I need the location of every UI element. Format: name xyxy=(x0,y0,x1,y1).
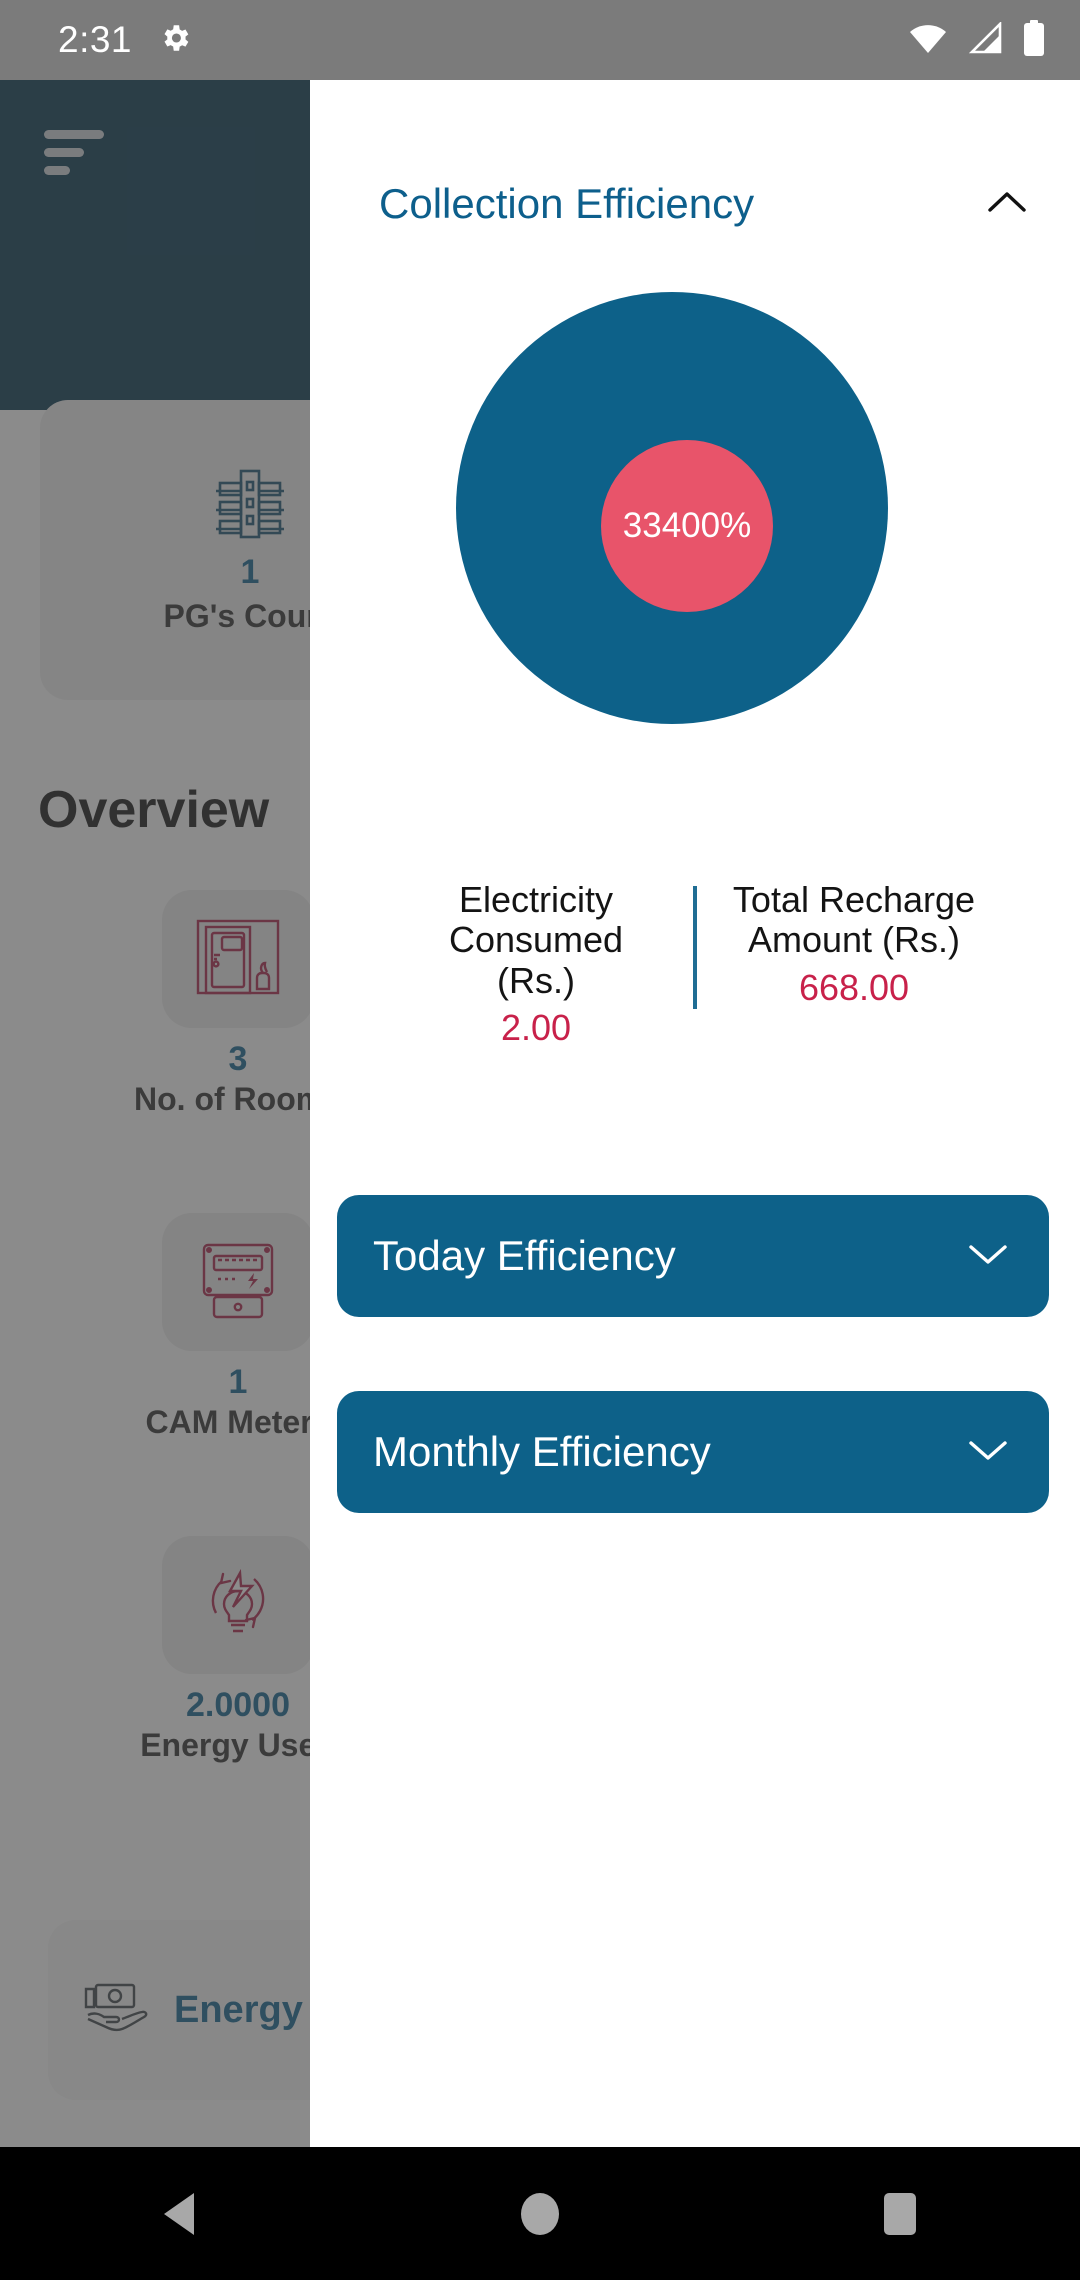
kpi-total-recharge: Total Recharge Amount (Rs.) 668.00 xyxy=(709,879,999,1049)
monthly-efficiency-label: Monthly Efficiency xyxy=(373,1428,711,1475)
kpi-electricity-consumed: Electricity Consumed (Rs.) 2.00 xyxy=(391,879,681,1049)
clock: 2:31 xyxy=(58,19,133,60)
kpi-value: 668.00 xyxy=(798,966,910,1008)
kpi-label: Electricity Consumed (Rs.) xyxy=(448,879,624,1001)
cellular-signal-icon xyxy=(966,20,1004,59)
status-bar-left: 2:31 xyxy=(58,19,192,61)
kpi-value: 2.00 xyxy=(500,1006,572,1048)
chevron-up-icon[interactable] xyxy=(986,189,1028,220)
wifi-icon xyxy=(908,22,948,59)
chevron-down-icon[interactable] xyxy=(967,1241,1009,1272)
gear-icon xyxy=(158,21,192,60)
kpi-row: Electricity Consumed (Rs.) 2.00 Total Re… xyxy=(310,879,1080,1049)
back-triangle-icon[interactable] xyxy=(90,2191,270,2237)
status-bar: 2:31 xyxy=(0,0,1080,80)
sheet-header: Collection Efficiency xyxy=(310,180,1080,228)
phone-screen: 1 PG's Count Overview 3 No. of Rooms xyxy=(0,0,1080,2280)
home-circle-icon[interactable] xyxy=(450,2191,630,2237)
status-bar-right xyxy=(908,19,1046,61)
collection-efficiency-sheet: Collection Efficiency 33400% Electricity… xyxy=(310,80,1080,2147)
recents-square-icon[interactable] xyxy=(810,2191,990,2237)
kpi-label: Total Recharge Amount (Rs.) xyxy=(732,879,976,961)
pie-center-label: 33400% xyxy=(622,506,752,545)
today-efficiency-label: Today Efficiency xyxy=(373,1232,676,1279)
kpi-divider xyxy=(693,886,697,1009)
efficiency-pie-chart: 33400% xyxy=(310,292,1080,724)
chevron-down-icon[interactable] xyxy=(967,1437,1009,1468)
page-title: Collection Efficiency xyxy=(379,180,755,227)
android-nav-bar xyxy=(0,2147,1080,2280)
monthly-efficiency-button[interactable]: Monthly Efficiency xyxy=(337,1391,1049,1513)
today-efficiency-button[interactable]: Today Efficiency xyxy=(337,1195,1049,1317)
pie-inner-circle: 33400% xyxy=(601,440,773,612)
battery-icon xyxy=(1022,19,1046,61)
